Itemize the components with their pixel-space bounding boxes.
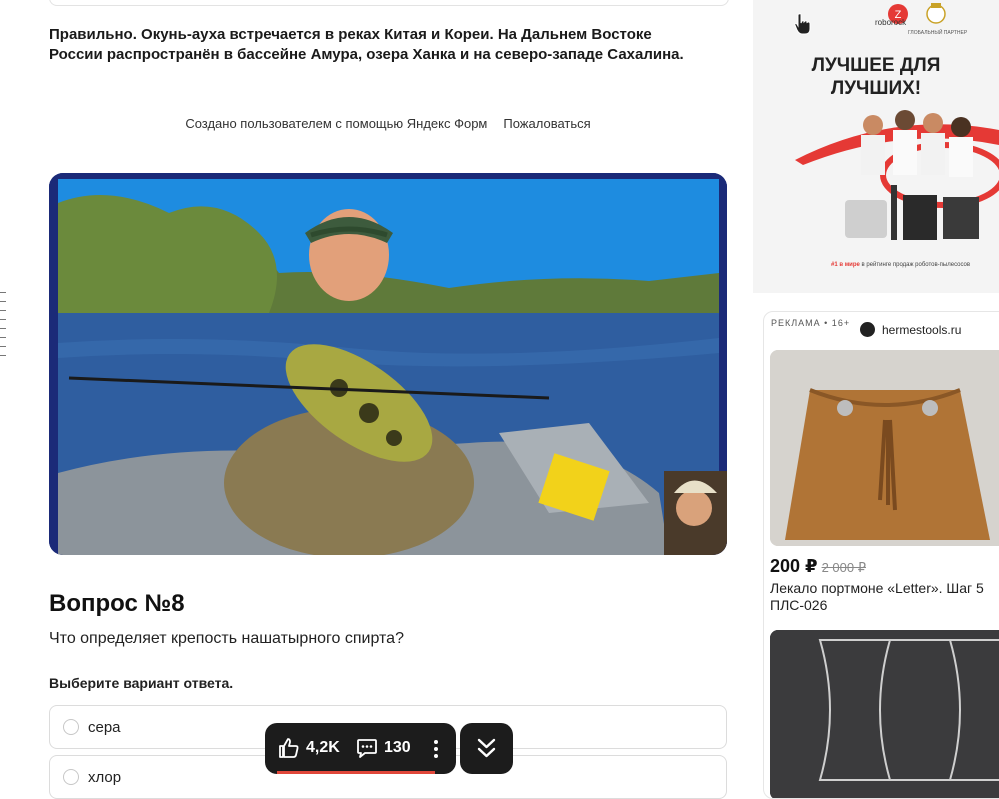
headline-line-2: ЛУЧШИХ! (830, 78, 922, 99)
site-logo-icon (860, 322, 875, 337)
comments-count: 130 (384, 739, 411, 756)
report-link[interactable]: Пожаловаться (503, 116, 590, 131)
option-label: сера (88, 719, 121, 736)
old-price: 2 000 ₽ (821, 560, 866, 575)
brand-name: roborock (875, 18, 907, 27)
thumbs-up-icon (279, 738, 299, 758)
product-price: 200 ₽2 000 ₽ (770, 556, 866, 577)
option-label: хлор (88, 769, 122, 786)
ad-label: РЕКЛАМА • 16+ (771, 318, 851, 328)
article-video[interactable] (49, 173, 727, 555)
rank-text: в рейтинге продаж роботов-пылесосов (861, 262, 971, 268)
comments-button[interactable]: 130 (355, 736, 411, 760)
like-button[interactable]: 4,2K (277, 736, 340, 760)
headline-line-1: ЛУЧШЕЕ ДЛЯ (811, 55, 941, 76)
created-by-link[interactable]: Создано пользователем с помощью Яндекс Ф… (185, 116, 487, 131)
ad-rank-caption: #1 в мире в рейтинге продаж роботов-пыле… (831, 262, 970, 268)
likes-count: 4,2K (306, 739, 340, 756)
product-image-template[interactable] (770, 630, 999, 798)
scroll-down-button[interactable] (460, 723, 513, 774)
previous-card-edge (49, 0, 729, 6)
hand-cursor-icon (794, 13, 811, 35)
comment-icon (357, 739, 377, 758)
ad-site[interactable]: hermestools.ru (860, 322, 961, 337)
product-name[interactable]: Лекало портмоне «Letter». Шаг 5 ПЛС-026 (770, 580, 984, 614)
reaction-bar: 4,2K 130 (265, 723, 456, 774)
product-name-line-1: Лекало портмоне «Letter». Шаг 5 (770, 580, 984, 596)
partner-caption: ГЛОБАЛЬНЫЙ ПАРТНЕР (908, 30, 968, 36)
ad-card-hermestools[interactable]: РЕКЛАМА • 16+ hermestools.ru 200 ₽2 000 … (763, 311, 999, 799)
ad-banner-roborock[interactable]: Z roborock ГЛОБАЛЬНЫЙ ПАРТНЕР ЛУЧШЕЕ ДЛЯ… (753, 0, 999, 293)
club-crest-icon (926, 3, 946, 24)
ad-product-image (795, 110, 999, 240)
radio-button[interactable] (63, 719, 79, 735)
more-menu-icon[interactable] (428, 737, 444, 761)
radio-button[interactable] (63, 769, 79, 785)
question-text: Что определяет крепость нашатырного спир… (49, 630, 404, 647)
rank-badge: #1 в мире (831, 262, 860, 268)
product-name-line-2: ПЛС-026 (770, 597, 828, 613)
read-progress-bar (277, 771, 435, 774)
double-chevron-down-icon (477, 738, 496, 758)
question-title: Вопрос №8 (49, 590, 185, 617)
form-footer: Создано пользователем с помощью Яндекс Ф… (49, 116, 727, 131)
ad-headline: ЛУЧШЕЕ ДЛЯ ЛУЧШИХ! (753, 54, 999, 100)
scroll-indicator[interactable] (0, 292, 6, 364)
site-name: hermestools.ru (882, 322, 962, 337)
answer-explanation: Правильно. Окунь-ауха встречается в река… (49, 26, 684, 63)
question-hint: Выберите вариант ответа. (49, 675, 234, 691)
product-image-bag[interactable] (770, 350, 999, 546)
fisherman-photo (49, 173, 727, 555)
current-price: 200 ₽ (770, 556, 818, 576)
